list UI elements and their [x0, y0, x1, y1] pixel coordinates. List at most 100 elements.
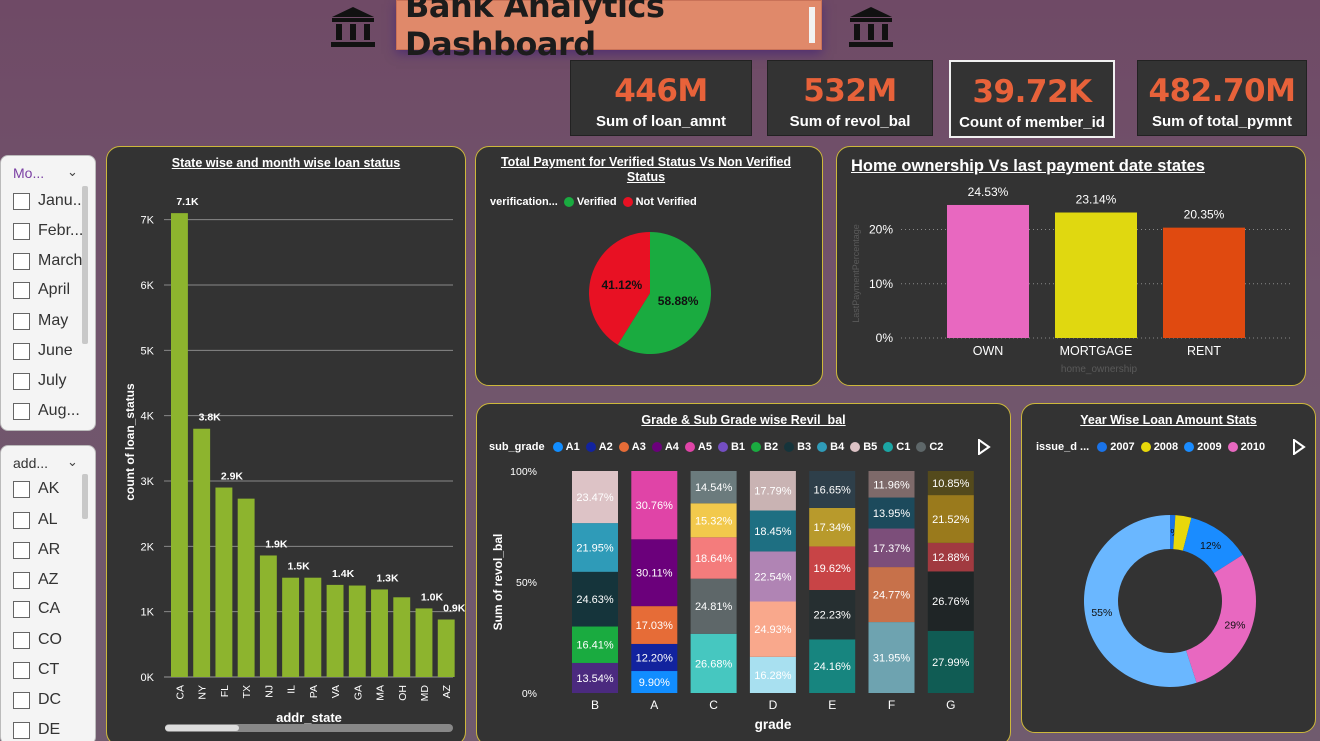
- x-tick-label: C: [709, 698, 718, 712]
- kpi-card-loan-amount[interactable]: 446M Sum of loan_amnt: [570, 60, 752, 136]
- kpi-label: Count of member_id: [959, 114, 1105, 131]
- checkbox[interactable]: [13, 372, 30, 390]
- bar: [371, 589, 388, 677]
- data-label: 16.65%: [814, 484, 852, 496]
- x-tick-label: FL: [219, 685, 231, 697]
- y-tick-label: 3K: [141, 476, 155, 488]
- slicer-option[interactable]: CA: [13, 600, 60, 618]
- slicer-option[interactable]: Aug...: [13, 402, 80, 420]
- slicer-option[interactable]: April: [13, 281, 70, 299]
- donut-label: 55%: [1091, 607, 1112, 619]
- chevron-down-icon[interactable]: ⌄: [67, 454, 78, 470]
- data-label: 23.47%: [576, 492, 614, 504]
- checkbox[interactable]: [13, 661, 30, 679]
- data-label: 24.77%: [873, 590, 911, 602]
- checkbox[interactable]: [13, 252, 30, 270]
- data-label: 1.9K: [265, 538, 288, 550]
- grade-stacked-bar-chart[interactable]: 0% 50% 100% 13.54% 16.41% 24.63% 21.95% 23.47% B…: [477, 404, 1011, 741]
- checkbox[interactable]: [13, 281, 30, 299]
- year-donut-chart[interactable]: 1%12%29%55%: [1022, 404, 1316, 733]
- x-tick-label: NJ: [263, 685, 275, 698]
- x-tick-label: NY: [197, 685, 209, 700]
- kpi-label: Sum of total_pymnt: [1151, 113, 1292, 130]
- checkbox[interactable]: [13, 631, 30, 649]
- kpi-card-member-count[interactable]: 39.72K Count of member_id: [949, 60, 1115, 138]
- slicer-option[interactable]: CO: [13, 631, 62, 649]
- bar: [393, 597, 411, 677]
- slicer-option-label: May: [38, 312, 69, 329]
- year-loan-donut-panel[interactable]: Year Wise Loan Amount Stats issue_d ... …: [1021, 403, 1316, 733]
- grade-revol-bal-chart-panel[interactable]: Grade & Sub Grade wise Revil_bal sub_gra…: [476, 403, 1011, 741]
- home-ownership-chart-panel[interactable]: Home ownership Vs last payment date stat…: [836, 146, 1306, 386]
- data-label: 1.0K: [421, 591, 444, 603]
- donut-label: 29%: [1224, 619, 1245, 631]
- bar: [1163, 227, 1245, 338]
- y-tick-label: 0%: [876, 331, 894, 345]
- x-tick-label: OH: [397, 685, 409, 701]
- verification-pie-panel[interactable]: Total Payment for Verified Status Vs Non…: [475, 146, 823, 386]
- bar: [326, 584, 344, 677]
- checkbox[interactable]: [13, 511, 30, 529]
- slicer-option-label: DC: [38, 691, 62, 708]
- scrollbar[interactable]: [82, 186, 88, 344]
- y-axis-title: Sum of revol_bal: [491, 534, 505, 631]
- bar: [437, 619, 455, 677]
- checkbox[interactable]: [13, 222, 30, 240]
- y-axis-title: LastPaymentPercentage: [851, 224, 861, 323]
- slicer-option[interactable]: AL: [13, 511, 58, 529]
- x-tick-label: OWN: [973, 344, 1004, 358]
- data-label: 27.99%: [932, 657, 970, 669]
- slicer-option[interactable]: CT: [13, 661, 59, 679]
- kpi-card-revol-bal[interactable]: 532M Sum of revol_bal: [767, 60, 933, 136]
- slicer-option[interactable]: AZ: [13, 571, 58, 589]
- slicer-option[interactable]: DE: [13, 721, 60, 739]
- checkbox[interactable]: [13, 541, 30, 559]
- data-label: 20.35%: [1184, 208, 1225, 222]
- checkbox[interactable]: [13, 480, 30, 498]
- data-label: 22.54%: [754, 571, 792, 583]
- bar: [215, 487, 233, 677]
- slicer-option-label: Aug...: [38, 402, 80, 419]
- data-label: 16.41%: [576, 640, 614, 652]
- state-loan-chart-panel[interactable]: State wise and month wise loan status 0K…: [106, 146, 466, 741]
- slicer-option[interactable]: March: [13, 252, 82, 270]
- checkbox[interactable]: [13, 342, 30, 360]
- scrollbar[interactable]: [82, 474, 88, 519]
- month-slicer[interactable]: Mo... ⌄ Janu... Febr... March April May …: [0, 155, 96, 431]
- data-label: 21.52%: [932, 514, 970, 526]
- data-label: 12.20%: [636, 652, 674, 664]
- checkbox[interactable]: [13, 192, 30, 210]
- kpi-label: Sum of loan_amnt: [595, 113, 726, 130]
- data-label: 24.16%: [814, 661, 852, 673]
- slicer-option[interactable]: Janu...: [13, 192, 86, 210]
- slicer-option[interactable]: AK: [13, 480, 59, 498]
- checkbox[interactable]: [13, 691, 30, 709]
- home-ownership-bar-chart[interactable]: 0% 10% 20% 24.53% OWN 23.14% MORTGAGE 20.35% REN…: [837, 147, 1306, 386]
- state-bar-chart[interactable]: 0K 1K 2K 3K 4K 5K 6K 7K 7.1K CA 3.8K NY 2.9K FL TX 1.9K…: [107, 147, 466, 741]
- state-slicer[interactable]: add... ⌄ AK AL AR AZ CA CO CT DC DE: [0, 445, 96, 741]
- chevron-down-icon[interactable]: ⌄: [67, 164, 78, 180]
- slicer-option[interactable]: Febr...: [13, 222, 83, 240]
- scrollbar-thumb[interactable]: [165, 725, 239, 731]
- data-label: 1.5K: [288, 561, 311, 573]
- slicer-option[interactable]: DC: [13, 691, 61, 709]
- data-label: 30.11%: [636, 568, 673, 580]
- slicer-option[interactable]: May: [13, 312, 68, 330]
- dashboard-title-box[interactable]: Bank Analytics Dashboard: [396, 0, 822, 63]
- checkbox[interactable]: [13, 571, 30, 589]
- checkbox[interactable]: [13, 600, 30, 618]
- y-tick-label: 4K: [141, 411, 155, 423]
- slicer-option[interactable]: June: [13, 342, 73, 360]
- kpi-card-total-payment[interactable]: 482.70M Sum of total_pymnt: [1137, 60, 1307, 136]
- horizontal-scrollbar[interactable]: [165, 724, 453, 732]
- slicer-option[interactable]: July: [13, 372, 66, 390]
- checkbox[interactable]: [13, 721, 30, 739]
- y-tick-label: 1K: [141, 607, 155, 619]
- checkbox[interactable]: [13, 402, 30, 420]
- checkbox[interactable]: [13, 312, 30, 330]
- slicer-option[interactable]: AR: [13, 541, 60, 559]
- data-label: 17.79%: [754, 486, 792, 498]
- verification-pie-chart[interactable]: 58.88% 41.12%: [476, 147, 823, 386]
- data-label: 10.85%: [932, 478, 970, 490]
- x-tick-label: MORTGAGE: [1060, 344, 1133, 358]
